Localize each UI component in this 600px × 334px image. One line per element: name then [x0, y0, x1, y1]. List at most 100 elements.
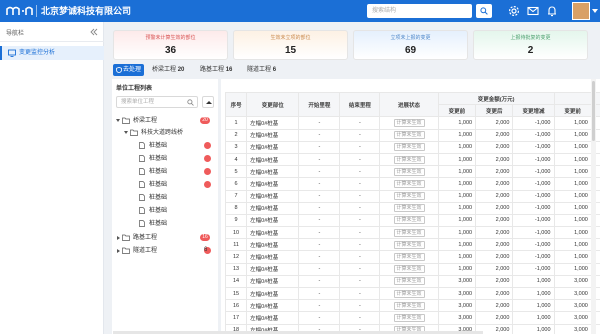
- user-avatar[interactable]: [572, 2, 590, 20]
- table-row[interactable]: 12左幅0#桩基--计算未生效1,0002,000-1,0001,0002,00…: [224, 250, 600, 264]
- mail-icon[interactable]: [527, 5, 539, 17]
- stat-card-approved-unreported[interactable]: 立项未上报的变更 69: [353, 30, 468, 60]
- tree-node-roadbed[interactable]: 路基工程 16: [112, 232, 218, 244]
- column-header-start: 开始里程: [298, 91, 341, 118]
- stat-card-value: 69: [404, 45, 417, 56]
- tree-node-tunnel[interactable]: 隧道工程 6: [112, 245, 218, 257]
- tree-node-pile[interactable]: 桩基础: [112, 218, 218, 230]
- chevron-down-icon[interactable]: [124, 131, 128, 134]
- tab-to-process[interactable]: 去处理: [113, 64, 144, 76]
- search-button[interactable]: [476, 4, 492, 18]
- table-row[interactable]: 15左幅0#桩基--计算未生效3,0002,0001,0003,0002,000…: [224, 286, 600, 301]
- collapse-sidebar-icon[interactable]: [90, 28, 98, 36]
- table-row[interactable]: 1左幅0#桩基--计算未生效1,0002,000-1,0001,0002,000…: [224, 116, 600, 130]
- table-cell: 4: [224, 152, 248, 167]
- tree-node-pile[interactable]: 桩基础: [112, 166, 218, 178]
- table-cell: 计算未生效: [379, 226, 439, 240]
- table-row[interactable]: 6左幅0#桩基--计算未生效1,0002,000-1,0001,0002,000…: [224, 177, 600, 191]
- collapse-tree-button[interactable]: [202, 96, 214, 108]
- table-cell: 3,000: [437, 311, 477, 325]
- table-cell: -: [298, 238, 341, 252]
- table-cell: -: [339, 201, 381, 215]
- count-badge: 20: [200, 117, 210, 124]
- tree-node-bridge-site[interactable]: 科技大道跨线桥: [112, 127, 218, 139]
- scrollbar-thumb[interactable]: [592, 81, 595, 141]
- table-cell: 2,000: [475, 286, 514, 301]
- document-icon: [139, 194, 145, 201]
- table-cell: 左幅0#桩基: [246, 152, 300, 167]
- alert-dot: [204, 142, 211, 149]
- chevron-right-icon[interactable]: [117, 236, 120, 240]
- status-tag: 计算未生效: [393, 265, 425, 274]
- tree-search-input[interactable]: 搜索单位工程: [116, 96, 198, 108]
- table-row[interactable]: 14左幅0#桩基--计算未生效3,0002,0001,0003,0002,000…: [224, 274, 600, 289]
- table-cell: -1,000: [512, 250, 555, 264]
- status-tag: 计算未生效: [393, 155, 425, 164]
- column-header-before: 变更前: [553, 104, 592, 118]
- table-row[interactable]: 16左幅0#桩基--计算未生效3,0002,0001,0003,0002,000…: [224, 299, 600, 313]
- table-cell: 计算未生效: [379, 238, 439, 252]
- stat-card-value: 2: [527, 45, 534, 56]
- table-cell: -: [339, 286, 381, 301]
- tree-node-pile[interactable]: 桩基础: [112, 153, 218, 165]
- stat-card-warning-uncalculated[interactable]: 预警未计算生效的部位 36: [113, 30, 228, 60]
- document-icon: [139, 168, 145, 175]
- chevron-down-icon[interactable]: [592, 9, 598, 13]
- sidebar-item-change-monitor[interactable]: 变更监控分析: [0, 46, 104, 60]
- table-row[interactable]: 17左幅0#桩基--计算未生效3,0002,0001,0003,0002,000…: [224, 311, 600, 325]
- table-cell: -1,000: [512, 226, 555, 240]
- document-icon: [139, 207, 145, 214]
- tab-roadbed[interactable]: 路基工程 16: [200, 64, 232, 76]
- stat-card-effective-unapproved[interactable]: 生效未立项的部位 15: [233, 30, 348, 60]
- tree-node-pile[interactable]: 桩基础: [112, 140, 218, 152]
- vertical-scrollbar[interactable]: [591, 79, 596, 334]
- document-icon: [139, 220, 145, 227]
- tree-node-pile[interactable]: 桩基础: [112, 192, 218, 204]
- table-row[interactable]: 13左幅0#桩基--计算未生效1,0002,000-1,0001,0002,00…: [224, 262, 600, 276]
- table-cell: 14: [224, 274, 248, 289]
- tree-node-pile[interactable]: 桩基础: [112, 179, 218, 191]
- table-cell: 1: [224, 116, 248, 130]
- table-cell: 13: [224, 262, 248, 276]
- tab-bridge[interactable]: 桥梁工程 20: [152, 64, 184, 76]
- tree-node-label: 桥梁工程: [133, 118, 158, 124]
- settings-icon[interactable]: [508, 5, 520, 17]
- table-row[interactable]: 11左幅0#桩基--计算未生效1,0002,000-1,0001,0002,00…: [224, 238, 600, 252]
- alert-dot: [204, 168, 211, 175]
- tree-node-pile[interactable]: 桩基础: [112, 205, 218, 217]
- table-row[interactable]: 5左幅0#桩基--计算未生效1,0002,000-1,0001,0002,000…: [224, 165, 600, 179]
- table-cell: -1,000: [512, 189, 555, 203]
- table-cell: 1,000: [512, 274, 555, 289]
- status-tag: 计算未生效: [393, 118, 425, 127]
- table-cell: 左幅0#桩基: [246, 189, 300, 203]
- table-row[interactable]: 8左幅0#桩基--计算未生效1,0002,000-1,0001,0002,000…: [224, 201, 600, 215]
- table-row[interactable]: 3左幅0#桩基--计算未生效1,0002,000-1,0001,0002,000…: [224, 140, 600, 154]
- table-row[interactable]: 7左幅0#桩基--计算未生效1,0002,000-1,0001,0002,000…: [224, 189, 600, 203]
- search-input[interactable]: 搜索结构: [367, 4, 472, 18]
- table-cell: 3,000: [553, 299, 592, 313]
- table-cell: 2,000: [475, 177, 514, 191]
- table-cell: -: [339, 262, 381, 276]
- table-cell: 1,000: [512, 286, 555, 301]
- alert-dot: [204, 181, 211, 188]
- status-tag: 计算未生效: [393, 143, 425, 152]
- shield-icon: [116, 67, 122, 73]
- tab-tunnel[interactable]: 隧道工程 6: [247, 64, 276, 76]
- search-icon: [480, 7, 488, 15]
- table-cell: 1,000: [437, 201, 477, 215]
- table-cell: -: [298, 311, 341, 325]
- table-row[interactable]: 10左幅0#桩基--计算未生效1,0002,000-1,0001,0002,00…: [224, 226, 600, 240]
- chevron-down-icon[interactable]: [116, 119, 120, 122]
- tab-count: 20: [177, 67, 185, 73]
- table-row[interactable]: 2左幅0#桩基--计算未生效1,0002,000-1,0001,0002,000…: [224, 128, 600, 142]
- table-row[interactable]: 9左幅0#桩基--计算未生效1,0002,000-1,0001,0002,000…: [224, 213, 600, 228]
- chevron-right-icon[interactable]: [117, 249, 120, 253]
- table-cell: 2,000: [475, 299, 514, 313]
- table-row[interactable]: 4左幅0#桩基--计算未生效1,0002,000-1,0001,0002,000…: [224, 152, 600, 167]
- column-header-end: 结束里程: [339, 91, 381, 118]
- stat-card-reported-pending[interactable]: 上报待批复的变更 2: [473, 30, 588, 60]
- tree-search-placeholder: 搜索单位工程: [121, 99, 155, 105]
- notification-bell-icon[interactable]: [546, 5, 558, 17]
- tree-node-bridge[interactable]: 桥梁工程 20: [112, 115, 218, 127]
- table-cell: -: [298, 226, 341, 240]
